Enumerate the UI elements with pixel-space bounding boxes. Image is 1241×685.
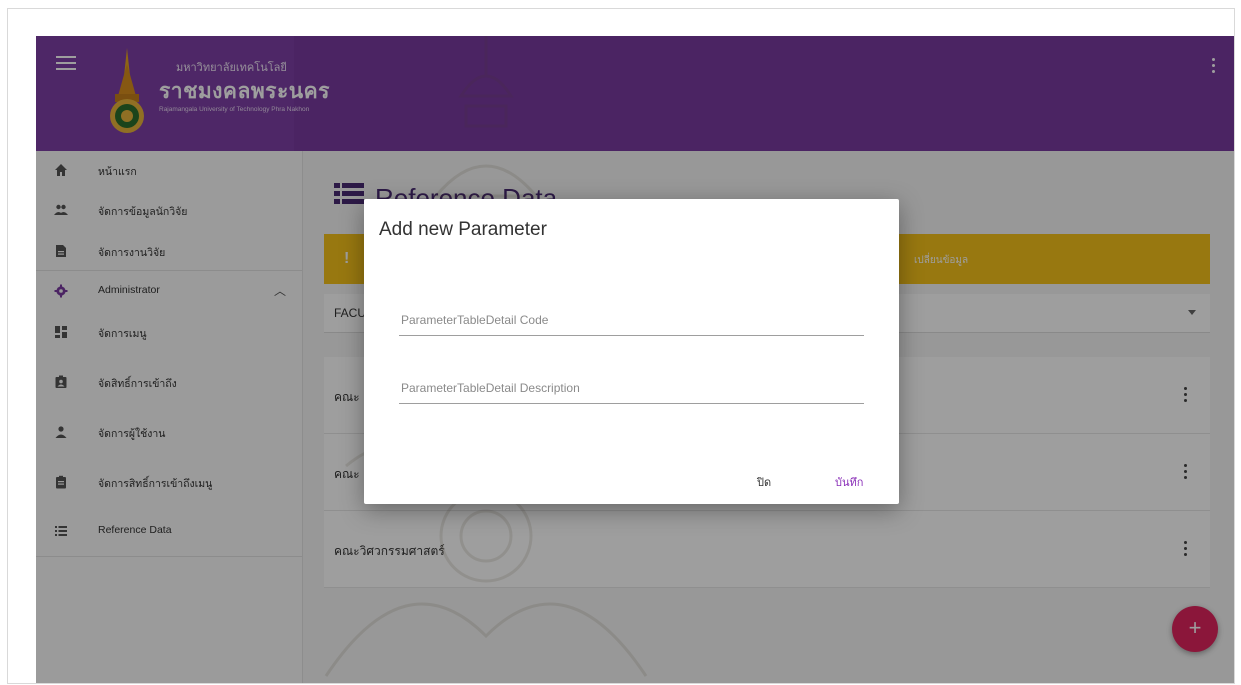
parameter-description-input[interactable] <box>399 373 868 403</box>
dialog-title: Add new Parameter <box>379 219 547 240</box>
parameter-code-input[interactable] <box>399 305 868 335</box>
close-button[interactable]: ปิด <box>753 471 775 493</box>
description-field <box>399 373 868 404</box>
code-field <box>399 305 868 336</box>
add-parameter-dialog: Add new Parameter ปิด บันทึก <box>364 199 899 504</box>
save-button[interactable]: บันทึก <box>831 471 867 493</box>
